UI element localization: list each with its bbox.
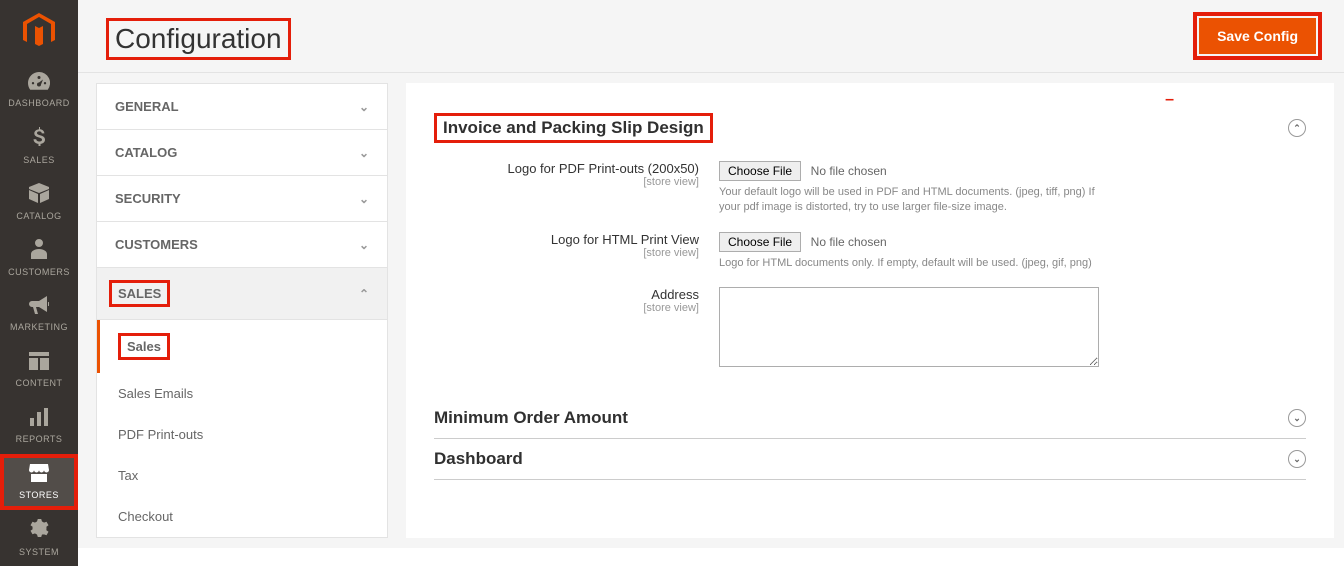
layout-icon (29, 352, 49, 375)
magento-logo[interactable] (0, 0, 78, 62)
field-scope: [store view] (434, 176, 699, 188)
nav-label: CUSTOMERS (8, 267, 70, 277)
config-sub-sales-emails[interactable]: Sales Emails (97, 373, 387, 414)
field-logo-html: Logo for HTML Print View [store view] Ch… (434, 224, 1306, 279)
chevron-up-icon: ⌃ (359, 287, 369, 301)
field-note: Your default logo will be used in PDF an… (719, 185, 1119, 216)
config-sub-pdf-printouts[interactable]: PDF Print-outs (97, 414, 387, 455)
file-status: No file chosen (811, 235, 887, 249)
fieldset-title-text: Invoice and Packing Slip Design (434, 113, 713, 143)
admin-nav-sidebar: DASHBOARD SALES CATALOG CUSTOMERS MARKET… (0, 0, 78, 566)
field-label: Address [store view] (434, 287, 719, 370)
nav-marketing[interactable]: MARKETING (0, 286, 78, 342)
chevron-down-icon: ⌄ (359, 146, 369, 160)
nav-stores[interactable]: STORES (0, 454, 78, 510)
field-label: Logo for PDF Print-outs (200x50) [store … (434, 161, 719, 216)
config-sub-tax[interactable]: Tax (97, 455, 387, 496)
nav-label: MARKETING (10, 322, 68, 332)
field-note: Logo for HTML documents only. If empty, … (719, 256, 1119, 271)
nav-label: DASHBOARD (8, 98, 70, 108)
field-address: Address [store view] (434, 279, 1306, 378)
nav-catalog[interactable]: CATALOG (0, 174, 78, 230)
field-label: Logo for HTML Print View [store view] (434, 232, 719, 271)
chevron-down-icon: ⌄ (359, 100, 369, 114)
config-subsection-sales: Sales Sales Emails PDF Print-outs Tax Ch… (96, 320, 388, 538)
fieldset-invoice-design-title[interactable]: Invoice and Packing Slip Design ⌃ (434, 103, 1306, 153)
file-status: No file chosen (811, 164, 887, 178)
field-value: Choose File No file chosen Your default … (719, 161, 1306, 216)
nav-dashboard[interactable]: DASHBOARD (0, 62, 78, 118)
field-label-text: Logo for PDF Print-outs (200x50) (508, 161, 699, 176)
field-value (719, 287, 1306, 370)
gear-icon (29, 519, 49, 544)
field-scope: [store view] (434, 302, 699, 314)
box-icon (29, 183, 49, 208)
nav-sales[interactable]: SALES (0, 118, 78, 174)
fieldset-dashboard-title[interactable]: Dashboard ⌄ (434, 439, 1306, 480)
chevron-down-icon: ⌄ (359, 238, 369, 252)
nav-label: REPORTS (16, 434, 63, 444)
nav-label: SALES (23, 155, 55, 165)
config-section-label: CUSTOMERS (115, 237, 198, 252)
save-config-button[interactable]: Save Config (1199, 18, 1316, 54)
red-mark: – (1165, 91, 1174, 109)
expand-icon: ⌄ (1288, 409, 1306, 427)
config-section-label: SALES (109, 280, 170, 307)
config-section-label: CATALOG (115, 145, 177, 160)
nav-label: CATALOG (16, 211, 61, 221)
choose-file-button[interactable]: Choose File (719, 161, 801, 181)
nav-system[interactable]: SYSTEM (0, 510, 78, 566)
config-section-catalog[interactable]: CATALOG ⌄ (96, 130, 388, 176)
field-value: Choose File No file chosen Logo for HTML… (719, 232, 1306, 271)
config-section-general[interactable]: GENERAL ⌄ (96, 83, 388, 130)
storefront-icon (29, 464, 49, 487)
nav-label: CONTENT (16, 378, 63, 388)
config-nav-sidebar: GENERAL ⌄ CATALOG ⌄ SECURITY ⌄ CUSTOMERS… (78, 73, 388, 548)
config-section-label: SECURITY (115, 191, 181, 206)
expand-icon: ⌄ (1288, 450, 1306, 468)
chevron-down-icon: ⌄ (359, 192, 369, 206)
config-sub-label: Sales Emails (118, 386, 193, 401)
config-main-panel: – Invoice and Packing Slip Design ⌃ Logo… (406, 83, 1334, 538)
field-label-text: Address (651, 287, 699, 302)
fieldset-title-text: Dashboard (434, 449, 523, 469)
config-section-sales[interactable]: SALES ⌃ (96, 268, 388, 320)
page-header: Configuration Save Config (78, 0, 1344, 73)
dollar-icon (32, 127, 46, 152)
nav-customers[interactable]: CUSTOMERS (0, 230, 78, 286)
collapse-icon: ⌃ (1288, 119, 1306, 137)
page-title: Configuration (106, 18, 291, 60)
nav-label: SYSTEM (19, 547, 59, 557)
config-sub-sales[interactable]: Sales (97, 320, 387, 373)
nav-reports[interactable]: REPORTS (0, 398, 78, 454)
address-textarea[interactable] (719, 287, 1099, 367)
config-sub-label: Checkout (118, 509, 173, 524)
bar-chart-icon (30, 408, 48, 431)
config-sub-label: Tax (118, 468, 138, 483)
fieldset-min-order-title[interactable]: Minimum Order Amount ⌄ (434, 398, 1306, 439)
field-logo-pdf: Logo for PDF Print-outs (200x50) [store … (434, 153, 1306, 224)
field-scope: [store view] (434, 247, 699, 259)
config-sub-label: PDF Print-outs (118, 427, 203, 442)
field-label-text: Logo for HTML Print View (551, 232, 699, 247)
config-sub-checkout[interactable]: Checkout (97, 496, 387, 537)
config-section-label: GENERAL (115, 99, 179, 114)
choose-file-button[interactable]: Choose File (719, 232, 801, 252)
fieldset-title-text: Minimum Order Amount (434, 408, 628, 428)
nav-label: STORES (19, 490, 59, 500)
nav-content[interactable]: CONTENT (0, 342, 78, 398)
config-section-customers[interactable]: CUSTOMERS ⌄ (96, 222, 388, 268)
config-section-security[interactable]: SECURITY ⌄ (96, 176, 388, 222)
config-sub-label: Sales (118, 333, 170, 360)
megaphone-icon (29, 296, 49, 319)
person-icon (31, 239, 47, 264)
gauge-icon (28, 72, 50, 95)
